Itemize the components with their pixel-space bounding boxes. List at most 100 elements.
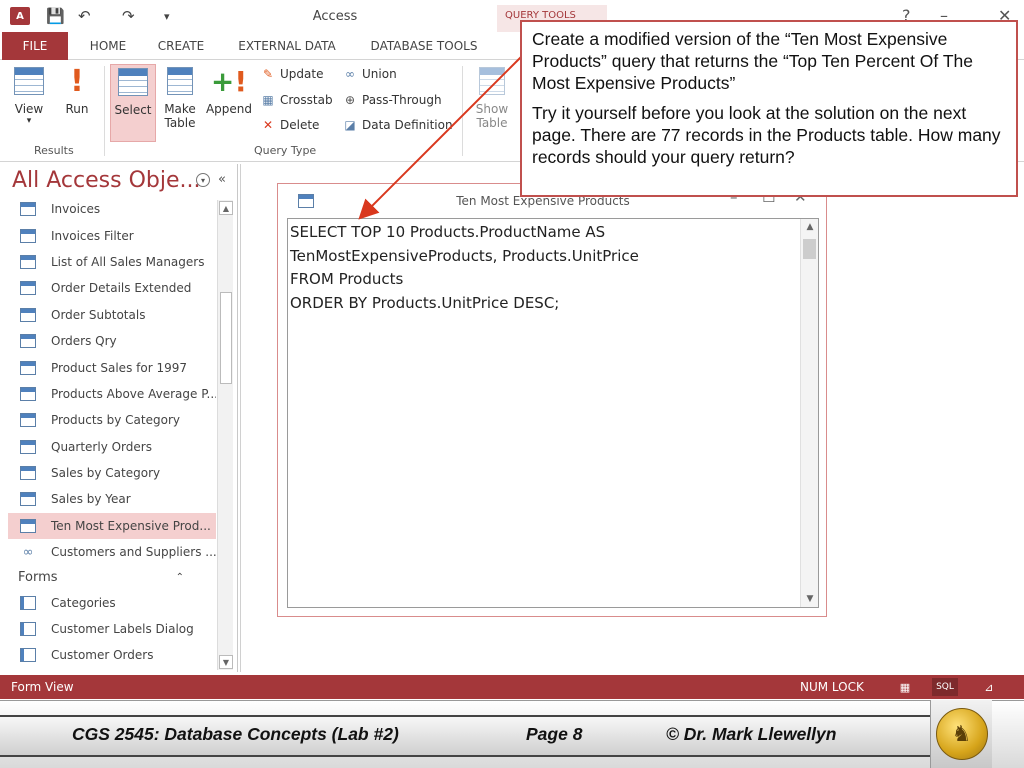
- sql-editor[interactable]: SELECT TOP 10 Products.ProductName AS Te…: [287, 218, 819, 608]
- nav-object-list: Invoices Invoices Filter List of All Sal…: [8, 196, 216, 670]
- university-logo: ♞: [930, 700, 992, 768]
- nav-item-order-subtotals[interactable]: Order Subtotals: [8, 302, 216, 328]
- make-table-button[interactable]: Make Table: [158, 64, 202, 144]
- form-icon: [20, 648, 36, 663]
- sql-view-button[interactable]: SQL: [932, 678, 958, 696]
- nav-item-form-customer-labels-dialog[interactable]: Customer Labels Dialog: [8, 616, 216, 642]
- tab-database-tools[interactable]: DATABASE TOOLS: [362, 32, 486, 60]
- query-icon: [20, 307, 36, 322]
- nav-pane-title[interactable]: All Access Obje...: [12, 168, 200, 193]
- nav-item-products-by-category[interactable]: Products by Category: [8, 407, 216, 433]
- union-query-button[interactable]: ∞ Union: [342, 67, 397, 81]
- nav-item-form-categories[interactable]: Categories: [8, 589, 216, 615]
- scroll-thumb[interactable]: [220, 292, 232, 384]
- update-icon: ✎: [262, 67, 274, 81]
- nav-item-sales-by-year[interactable]: Sales by Year: [8, 486, 216, 512]
- nav-item-order-details-extended[interactable]: Order Details Extended: [8, 275, 216, 301]
- nav-item-invoices[interactable]: Invoices: [8, 196, 216, 222]
- sql-text[interactable]: SELECT TOP 10 Products.ProductName AS Te…: [290, 221, 800, 315]
- select-query-icon: [116, 65, 150, 99]
- group-separator: [104, 66, 105, 156]
- nav-item-ten-most-expensive-products[interactable]: Ten Most Expensive Prod...: [8, 512, 216, 540]
- nav-item-products-above-average[interactable]: Products Above Average P...: [8, 381, 216, 407]
- collapse-pane-icon[interactable]: «: [218, 172, 226, 187]
- tab-file[interactable]: FILE: [2, 32, 68, 60]
- delete-query-button[interactable]: ✕ Delete: [260, 118, 319, 132]
- chevron-down-icon[interactable]: ▾: [196, 173, 210, 187]
- globe-icon: ⊕: [344, 93, 356, 107]
- exclamation-icon: !: [70, 63, 84, 99]
- nav-item-list-of-all-sales-managers[interactable]: List of All Sales Managers: [8, 249, 216, 275]
- query-icon: [20, 202, 36, 217]
- scroll-up-icon[interactable]: ▲: [219, 201, 233, 215]
- nav-item-sales-by-category[interactable]: Sales by Category: [8, 460, 216, 486]
- query-icon: [20, 466, 36, 481]
- group-label-results: Results: [34, 144, 74, 157]
- group-separator: [462, 66, 463, 156]
- redo-icon[interactable]: ↷: [122, 6, 135, 26]
- show-table-button[interactable]: Show Table: [470, 64, 514, 144]
- nav-item-product-sales-1997[interactable]: Product Sales for 1997: [8, 354, 216, 380]
- data-definition-query-button[interactable]: ◪ Data Definition: [342, 118, 452, 132]
- access-logo-icon: A: [10, 7, 30, 25]
- pass-through-query-button[interactable]: ⊕ Pass-Through: [342, 93, 442, 107]
- tab-home[interactable]: HOME: [82, 32, 134, 60]
- show-table-icon: [475, 64, 509, 98]
- sql-scrollbar[interactable]: ▲ ▼: [800, 219, 818, 607]
- footer-author: © Dr. Mark Llewellyn: [666, 724, 837, 744]
- nav-item-orders-qry[interactable]: Orders Qry: [8, 328, 216, 354]
- query-icon: [20, 281, 36, 296]
- scroll-thumb[interactable]: [803, 239, 816, 259]
- update-query-button[interactable]: ✎ Update: [260, 67, 324, 81]
- footer-page-number: Page 8: [526, 724, 583, 744]
- view-button[interactable]: View ▾: [6, 64, 52, 142]
- undo-icon[interactable]: ↶: [78, 6, 91, 26]
- navigation-pane: All Access Obje... ▾ « Invoices Invoices…: [8, 164, 238, 672]
- footer-course: CGS 2545: Database Concepts (Lab #2): [72, 724, 399, 744]
- delete-icon: ✕: [262, 118, 274, 132]
- scroll-down-icon[interactable]: ▼: [801, 591, 819, 607]
- scroll-up-icon[interactable]: ▲: [801, 219, 819, 235]
- append-button[interactable]: +! Append: [204, 64, 254, 142]
- form-icon: [20, 595, 36, 610]
- status-view-label: Form View: [11, 680, 74, 694]
- run-button[interactable]: ! Run: [56, 64, 98, 142]
- datasheet-view-icon[interactable]: ▦: [892, 678, 918, 696]
- crosstab-query-button[interactable]: ▦ Crosstab: [260, 93, 332, 107]
- customize-toolbar-icon[interactable]: ▾: [164, 6, 170, 26]
- pegasus-logo-icon: ♞: [935, 708, 988, 760]
- select-query-button[interactable]: Select: [110, 64, 156, 142]
- tab-create[interactable]: CREATE: [150, 32, 212, 60]
- union-icon: ∞: [345, 67, 355, 81]
- chevron-up-icon: ⌃: [175, 571, 184, 583]
- tab-external-data[interactable]: EXTERNAL DATA: [230, 32, 344, 60]
- group-label-query-type: Query Type: [254, 144, 317, 157]
- append-plus-icon: +!: [210, 64, 248, 98]
- nav-item-form-customer-orders[interactable]: Customer Orders: [8, 642, 216, 668]
- save-icon[interactable]: 💾: [46, 6, 65, 26]
- make-table-icon: [163, 64, 197, 98]
- sql-query-window: Ten Most Expensive Products – ☐ ✕ SELECT…: [277, 183, 827, 617]
- query-icon: [20, 228, 36, 243]
- query-icon: [20, 439, 36, 454]
- scroll-down-icon[interactable]: ▼: [219, 655, 233, 669]
- query-icon: [20, 518, 36, 533]
- query-icon: [20, 386, 36, 401]
- slide-footer: CGS 2545: Database Concepts (Lab #2) Pag…: [0, 700, 1024, 768]
- callout-paragraph-1: Create a modified version of the “Ten Mo…: [532, 29, 973, 93]
- nav-scrollbar[interactable]: ▲ ▼: [217, 200, 233, 670]
- crosstab-icon: ▦: [262, 93, 274, 107]
- status-numlock: NUM LOCK: [800, 680, 864, 694]
- data-definition-icon: ◪: [344, 118, 356, 132]
- query-icon: [298, 194, 314, 208]
- callout-paragraph-2: Try it yourself before you look at the s…: [532, 103, 1001, 167]
- query-icon: [20, 360, 36, 375]
- design-view-icon[interactable]: ⊿: [976, 678, 1002, 696]
- nav-section-forms[interactable]: Forms ⌃: [8, 565, 216, 589]
- app-title: Access: [312, 9, 358, 24]
- nav-item-quarterly-orders[interactable]: Quarterly Orders: [8, 434, 216, 460]
- nav-item-customers-and-suppliers[interactable]: ∞ Customers and Suppliers ...: [8, 539, 216, 565]
- nav-item-invoices-filter[interactable]: Invoices Filter: [8, 222, 216, 248]
- status-bar: Form View NUM LOCK ▦ SQL ⊿: [0, 675, 1024, 699]
- chevron-down-icon: ▾: [26, 116, 32, 126]
